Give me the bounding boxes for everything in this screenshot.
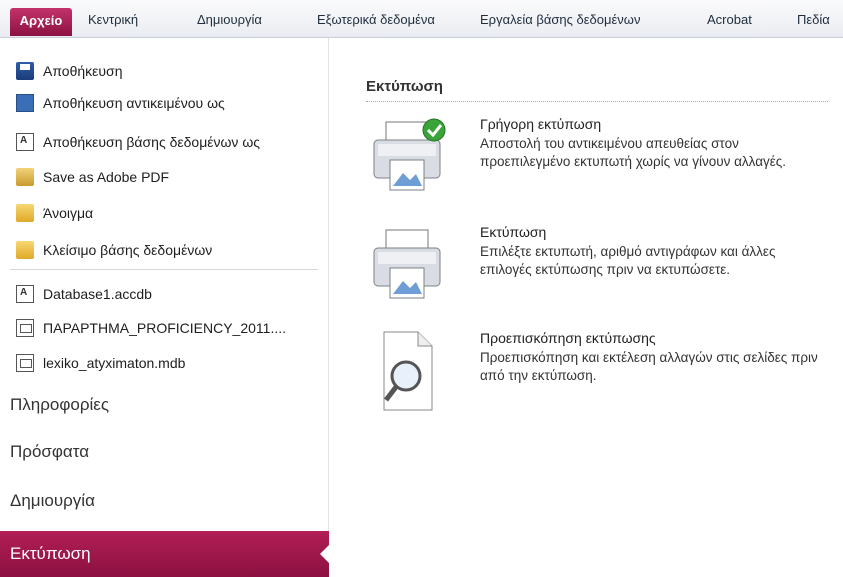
quick-print-title: Γρήγορη εκτύπωση: [480, 116, 602, 132]
save-as-pdf-command[interactable]: Save as Adobe PDF: [16, 164, 169, 190]
database-file-icon: [16, 319, 34, 337]
tab-create[interactable]: Δημιουργία: [197, 8, 262, 38]
open-folder-icon: [16, 204, 34, 222]
open-label: Άνοιγμα: [43, 205, 94, 221]
database-file-icon: [16, 285, 34, 303]
print-preview-icon: [366, 330, 456, 414]
recent-file-label: Database1.accdb: [43, 286, 152, 302]
quick-print-desc: Αποστολή του αντικειμένου απευθείας στον…: [480, 136, 787, 169]
printer-icon: [366, 224, 456, 308]
save-icon: [16, 62, 34, 80]
open-command[interactable]: Άνοιγμα: [16, 200, 93, 226]
recent-file-item[interactable]: lexiko_atyximaton.mdb: [16, 350, 185, 376]
divider: [10, 269, 318, 270]
quick-print-icon: [366, 116, 456, 200]
page-title: Εκτύπωση: [366, 78, 443, 95]
nav-info[interactable]: Πληροφορίες: [0, 382, 329, 428]
save-object-as-command[interactable]: Αποθήκευση αντικειμένου ως: [16, 90, 225, 116]
recent-file-label: lexiko_atyximaton.mdb: [43, 355, 186, 371]
backstage-nav: Αποθήκευση Αποθήκευση αντικειμένου ως Απ…: [0, 38, 329, 577]
save-database-as-label: Αποθήκευση βάσης δεδομένων ως: [43, 134, 260, 150]
print-preview-option[interactable]: Προεπισκόπηση εκτύπωσης Προεπισκόπηση κα…: [366, 330, 836, 420]
tab-fields[interactable]: Πεδία: [797, 8, 830, 38]
tab-acrobat[interactable]: Acrobat: [707, 8, 752, 38]
title-divider: [366, 101, 828, 102]
save-command[interactable]: Αποθήκευση: [16, 58, 122, 84]
close-database-command[interactable]: Κλείσιμο βάσης δεδομένων: [16, 237, 212, 263]
ribbon-tab-bar: Αρχείο Κεντρική Δημιουργία Εξωτερικά δεδ…: [0, 0, 843, 38]
save-database-as-command[interactable]: Αποθήκευση βάσης δεδομένων ως: [16, 129, 260, 155]
print-panel: Εκτύπωση Γρήγορη εκτύπωση Αποστολή του α…: [330, 38, 843, 577]
save-command-label: Αποθήκευση: [43, 63, 123, 79]
tab-home[interactable]: Κεντρική: [88, 8, 138, 38]
tab-file[interactable]: Αρχείο: [10, 8, 72, 36]
print-desc: Επιλέξτε εκτυπωτή, αριθμό αντιγράφων και…: [480, 244, 776, 277]
close-database-label: Κλείσιμο βάσης δεδομένων: [43, 242, 213, 258]
nav-new[interactable]: Δημιουργία: [0, 478, 329, 524]
tab-external-data[interactable]: Εξωτερικά δεδομένα: [317, 8, 435, 38]
print-option[interactable]: Εκτύπωση Επιλέξτε εκτυπωτή, αριθμό αντιγ…: [366, 224, 836, 314]
print-preview-title: Προεπισκόπηση εκτύπωσης: [480, 330, 656, 346]
save-object-as-icon: [16, 94, 34, 112]
save-database-as-icon: [16, 133, 34, 151]
tab-database-tools[interactable]: Εργαλεία βάσης δεδομένων: [480, 8, 640, 38]
print-title: Εκτύπωση: [480, 224, 547, 240]
print-preview-desc: Προεπισκόπηση και εκτέλεση αλλαγών στις …: [480, 350, 818, 383]
save-as-pdf-label: Save as Adobe PDF: [43, 169, 170, 185]
nav-recent[interactable]: Πρόσφατα: [0, 429, 329, 475]
recent-file-item[interactable]: ΠΑΡΑΡΤΗΜΑ_PROFICIENCY_2011....: [16, 315, 286, 341]
nav-print[interactable]: Εκτύπωση: [0, 531, 329, 577]
close-database-icon: [16, 241, 34, 259]
save-object-as-label: Αποθήκευση αντικειμένου ως: [43, 95, 225, 111]
recent-file-label: ΠΑΡΑΡΤΗΜΑ_PROFICIENCY_2011....: [43, 320, 286, 336]
adobe-pdf-icon: [16, 168, 34, 186]
database-file-icon: [16, 354, 34, 372]
recent-file-item[interactable]: Database1.accdb: [16, 281, 152, 307]
quick-print-option[interactable]: Γρήγορη εκτύπωση Αποστολή του αντικειμέν…: [366, 116, 836, 206]
